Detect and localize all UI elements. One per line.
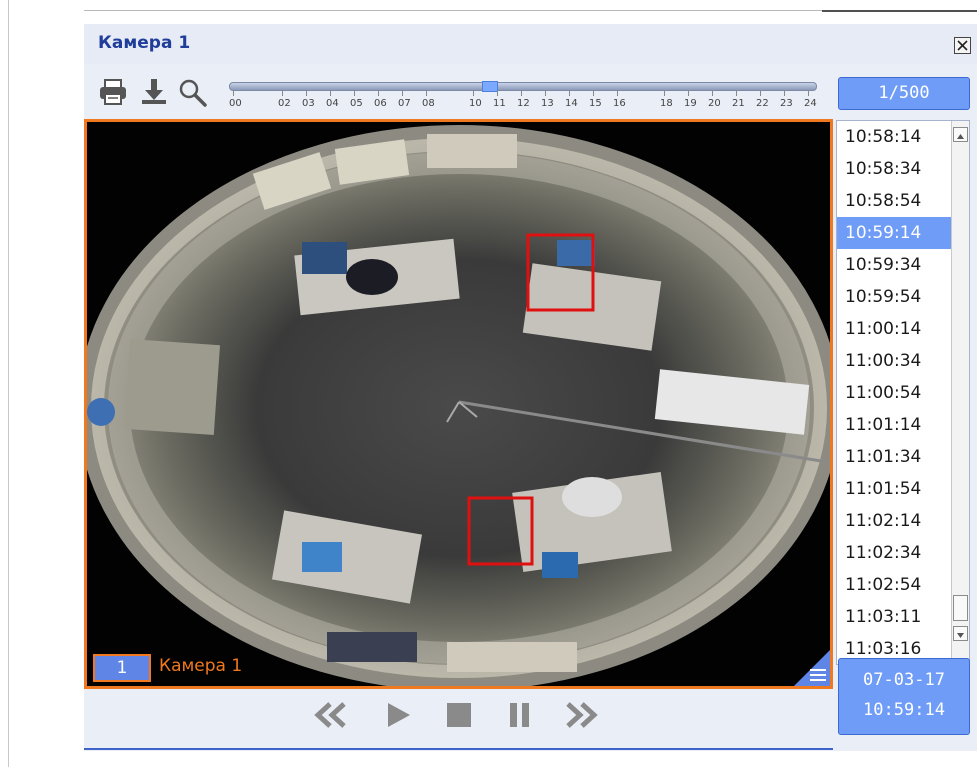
camera-label: Камера 1 (159, 656, 243, 676)
tick-label: 22 (756, 91, 769, 109)
time-item[interactable]: 11:01:34 (837, 441, 951, 473)
chevron-down-icon (957, 633, 964, 638)
video-viewport[interactable]: 1 Камера 1 (84, 119, 833, 689)
time-item[interactable]: 11:00:14 (837, 313, 951, 345)
timeline-track[interactable] (229, 82, 817, 91)
time-item[interactable]: 11:02:14 (837, 505, 951, 537)
tick-label: 20 (708, 91, 721, 109)
fast-forward-button[interactable] (564, 700, 600, 730)
fast-forward-icon (566, 702, 598, 728)
tick-label: 07 (398, 91, 411, 109)
left-divider (8, 0, 9, 767)
camera-number-badge: 1 (93, 654, 151, 682)
tick-label: 08 (422, 91, 435, 109)
download-button[interactable] (140, 78, 168, 106)
search-button[interactable] (178, 78, 207, 107)
search-icon (179, 79, 207, 107)
time-item[interactable]: 11:01:54 (837, 473, 951, 505)
menu-icon[interactable] (810, 668, 826, 682)
tick-label: 10 (469, 91, 482, 109)
timeline-slider[interactable]: 00 02 03 04 05 06 07 08 10 11 12 13 14 1… (229, 81, 819, 122)
tick-label: 24 (804, 91, 817, 109)
date-text: 07-03-17 (863, 670, 945, 690)
time-item-selected[interactable]: 10:59:14 (837, 217, 951, 249)
stop-icon (447, 703, 471, 727)
top-divider-dark (822, 10, 977, 12)
time-list-scrollbar[interactable] (951, 121, 969, 664)
tick-label: 11 (493, 91, 506, 109)
time-item[interactable]: 11:03:11 (837, 601, 951, 633)
time-list: 10:58:14 10:58:34 10:58:54 10:59:14 10:5… (836, 120, 970, 665)
tick-label: 18 (660, 91, 673, 109)
timeline-ticks: 00 02 03 04 05 06 07 08 10 11 12 13 14 1… (229, 91, 829, 118)
time-item[interactable]: 11:00:34 (837, 345, 951, 377)
rewind-icon (314, 702, 346, 728)
fisheye-image (87, 125, 830, 686)
top-divider (84, 10, 822, 11)
tick-label: 00 (229, 91, 242, 109)
tick-label: 13 (541, 91, 554, 109)
tick-label: 16 (613, 91, 626, 109)
close-button[interactable] (954, 37, 971, 54)
time-item[interactable]: 10:58:34 (837, 153, 951, 185)
pause-icon (510, 703, 529, 727)
tick-label: 14 (565, 91, 578, 109)
tick-label: 04 (326, 91, 339, 109)
tick-label: 06 (374, 91, 387, 109)
camera-window: Камера 1 1/500 00 02 03 04 05 06 07 08 1… (84, 24, 977, 751)
time-item[interactable]: 10:58:54 (837, 185, 951, 217)
tick-label: 02 (278, 91, 291, 109)
scroll-up-button[interactable] (953, 127, 968, 142)
frame-counter: 1/500 (838, 77, 970, 110)
print-icon (100, 79, 126, 105)
tick-label: 23 (780, 91, 793, 109)
datetime-display: 07-03-17 10:59:14 (838, 658, 970, 735)
tick-label: 19 (684, 91, 697, 109)
time-item[interactable]: 11:02:54 (837, 569, 951, 601)
titlebar: Камера 1 (84, 24, 977, 64)
close-icon (957, 40, 968, 51)
timeline-thumb[interactable] (482, 81, 498, 92)
playback-controls (84, 690, 833, 740)
chevron-up-icon (957, 134, 964, 139)
time-item[interactable]: 11:00:54 (837, 377, 951, 409)
play-button[interactable] (384, 700, 420, 730)
play-icon (388, 703, 410, 727)
pause-button[interactable] (504, 700, 540, 730)
tick-label: 15 (589, 91, 602, 109)
tick-label: 03 (302, 91, 315, 109)
tick-label: 21 (732, 91, 745, 109)
scroll-thumb[interactable] (953, 595, 968, 621)
stop-button[interactable] (444, 700, 480, 730)
download-icon (142, 79, 166, 104)
time-text: 10:59:14 (863, 700, 945, 720)
time-item[interactable]: 11:02:34 (837, 537, 951, 569)
scroll-down-button[interactable] (953, 626, 968, 641)
bottom-divider (84, 748, 833, 750)
time-item[interactable]: 10:58:14 (837, 121, 951, 153)
tick-label: 05 (350, 91, 363, 109)
time-item[interactable]: 10:59:34 (837, 249, 951, 281)
window-title: Камера 1 (98, 33, 191, 53)
time-item[interactable]: 10:59:54 (837, 281, 951, 313)
tick-label: 12 (517, 91, 530, 109)
print-button[interactable] (98, 78, 126, 106)
rewind-button[interactable] (314, 700, 350, 730)
time-item[interactable]: 11:01:14 (837, 409, 951, 441)
